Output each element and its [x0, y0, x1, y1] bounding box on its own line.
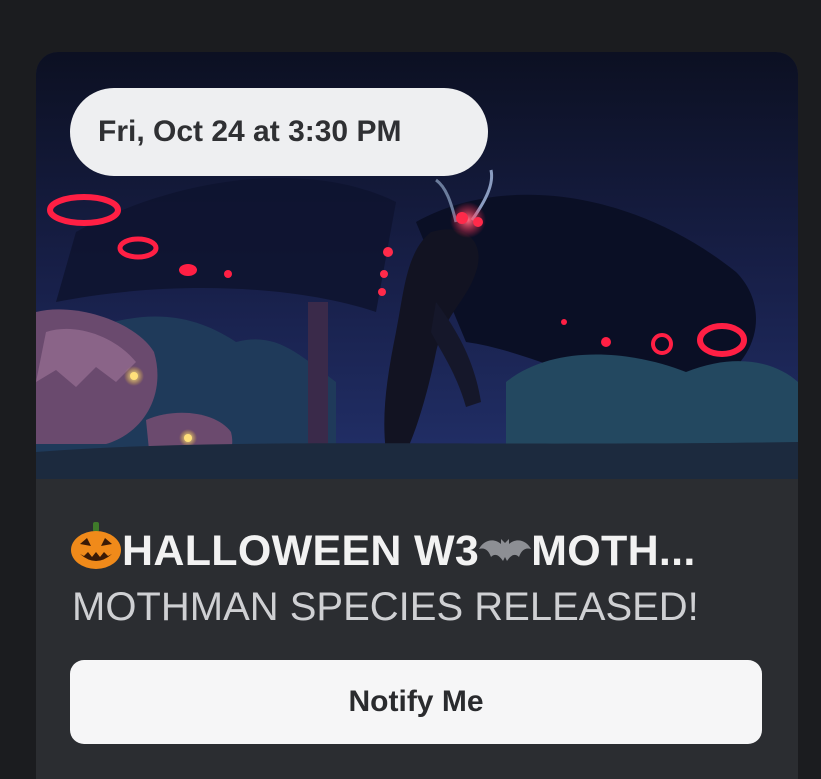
event-card[interactable]: Fri, Oct 24 at 3:30 PM HALLOWEEN W3 MOTH… [36, 52, 798, 779]
event-date-pill: Fri, Oct 24 at 3:30 PM [70, 88, 488, 176]
jack-o-lantern-icon [70, 522, 122, 581]
event-title: HALLOWEEN W3 MOTH... [70, 522, 770, 581]
bat-icon [479, 527, 532, 576]
event-banner-image: Fri, Oct 24 at 3:30 PM [36, 52, 798, 479]
notify-me-button[interactable]: Notify Me [70, 660, 762, 744]
event-date-label: Fri, Oct 24 at 3:30 PM [98, 115, 402, 148]
event-title-part1: HALLOWEEN W3 [122, 527, 480, 575]
event-title-part2: MOTH... [531, 527, 696, 575]
event-subtitle: MOTHMAN SPECIES RELEASED! [72, 585, 699, 629]
